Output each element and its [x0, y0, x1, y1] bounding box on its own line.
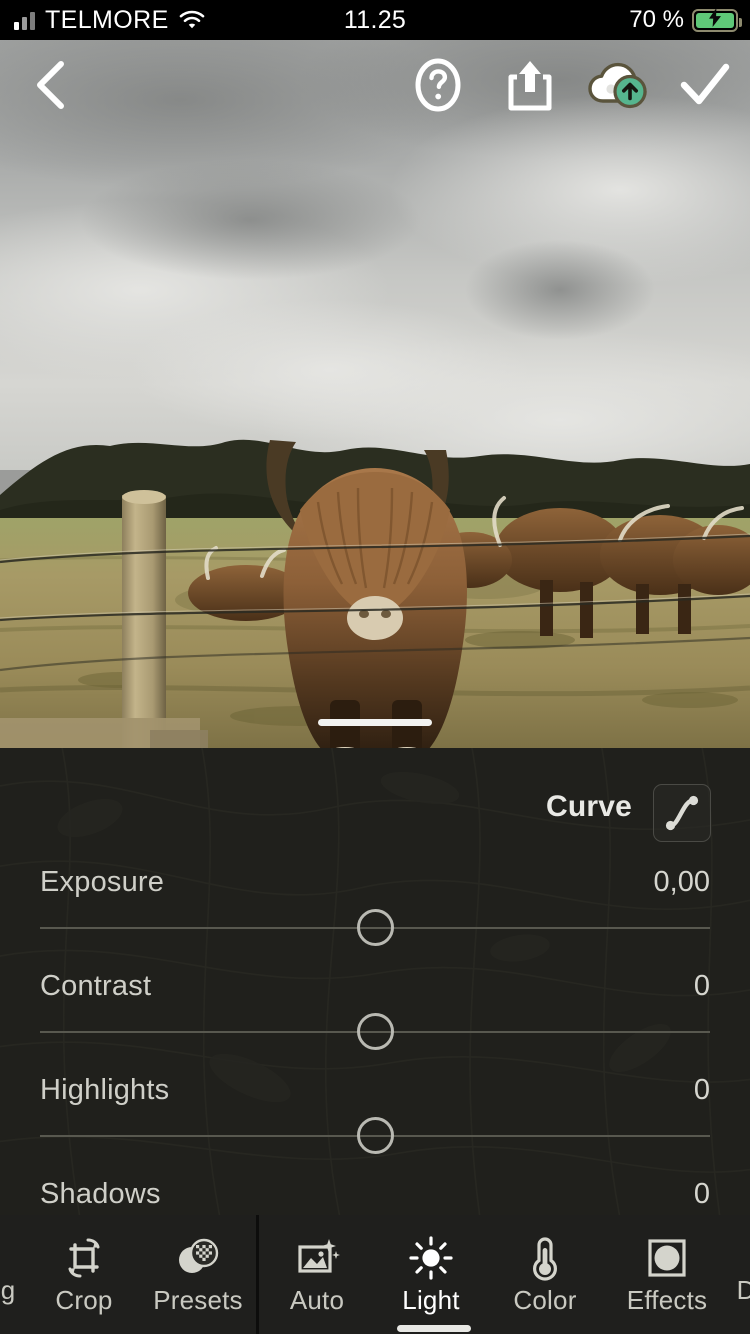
presets-icon — [175, 1235, 221, 1281]
slider-contrast[interactable]: Contrast 0 — [0, 970, 750, 1074]
effects-vignette-icon — [646, 1235, 688, 1281]
home-indicator — [397, 1325, 471, 1332]
lightroom-edit-screen: TELMORE 11.25 70 % Curve Exposure 0,00 C… — [0, 0, 750, 1334]
tab-partial-left-label: g — [0, 1275, 16, 1305]
tab-label: Crop — [55, 1285, 113, 1315]
tab-auto[interactable]: Auto — [258, 1215, 376, 1334]
slider-highlights[interactable]: Highlights 0 — [0, 1074, 750, 1178]
tab-partial-right-label: D — [736, 1275, 750, 1305]
curve-row: Curve — [0, 766, 750, 842]
tab-label: Light — [402, 1285, 460, 1315]
tab-presets[interactable]: Presets — [134, 1215, 262, 1334]
panel-content: Curve Exposure 0,00 Contrast 0 Highlight… — [0, 748, 750, 1215]
back-button[interactable] — [14, 40, 86, 130]
tone-curve-button[interactable] — [653, 784, 711, 842]
slider-label: Highlights — [40, 1074, 170, 1106]
cloud-sync-button[interactable] — [584, 40, 654, 130]
slider-label: Exposure — [40, 866, 165, 898]
chevron-left-icon — [37, 61, 64, 109]
auto-enhance-icon — [294, 1235, 340, 1281]
tab-label: Auto — [289, 1285, 345, 1315]
slider-knob[interactable] — [356, 1117, 394, 1154]
battery-percent-label: 70 % — [629, 6, 684, 33]
light-adjust-panel: Curve Exposure 0,00 Contrast 0 Highlight… — [0, 748, 750, 1215]
edit-tool-tabbar: g Crop Presets Auto Light Color Effects … — [0, 1215, 750, 1334]
slider-value: 0 — [693, 1178, 710, 1210]
slider-knob[interactable] — [356, 1013, 394, 1050]
slider-label: Shadows — [40, 1178, 161, 1210]
tab-crop[interactable]: Crop — [20, 1215, 148, 1334]
tab-label: Effects — [626, 1285, 708, 1315]
slider-value: 0,00 — [653, 866, 710, 898]
help-button[interactable] — [404, 40, 472, 130]
thermometer-icon — [527, 1235, 563, 1281]
share-button[interactable] — [496, 40, 564, 130]
tab-label: Presets — [153, 1285, 243, 1315]
tone-curve-icon — [665, 795, 699, 831]
edit-toolbar — [0, 40, 750, 130]
slider-shadows[interactable]: Shadows 0 — [0, 1178, 750, 1215]
panel-drag-handle[interactable] — [318, 719, 432, 726]
slider-exposure[interactable]: Exposure 0,00 — [0, 866, 750, 970]
slider-value: 0 — [693, 1074, 710, 1106]
cloud-upload-icon — [588, 62, 647, 109]
slider-value: 0 — [693, 970, 710, 1002]
tab-effects[interactable]: Effects — [604, 1215, 730, 1334]
tab-color[interactable]: Color — [488, 1215, 602, 1334]
tab-partial-right[interactable]: D — [726, 1215, 750, 1334]
tab-light[interactable]: Light — [376, 1215, 486, 1334]
slider-label: Contrast — [40, 970, 152, 1002]
question-mark-circle-icon — [415, 58, 461, 112]
done-button[interactable] — [672, 40, 738, 130]
slider-knob[interactable] — [356, 909, 394, 946]
tab-label: Color — [513, 1285, 577, 1315]
share-upload-icon — [508, 61, 552, 111]
photo-preview[interactable] — [0, 40, 750, 748]
checkmark-icon — [680, 63, 730, 105]
battery-charging-icon — [692, 8, 742, 32]
curve-label: Curve — [545, 790, 632, 823]
sun-brightness-icon — [408, 1235, 454, 1281]
status-bar: TELMORE 11.25 70 % — [0, 0, 750, 40]
status-bar-right: 70 % — [629, 6, 742, 34]
crop-rotate-icon — [61, 1235, 107, 1281]
